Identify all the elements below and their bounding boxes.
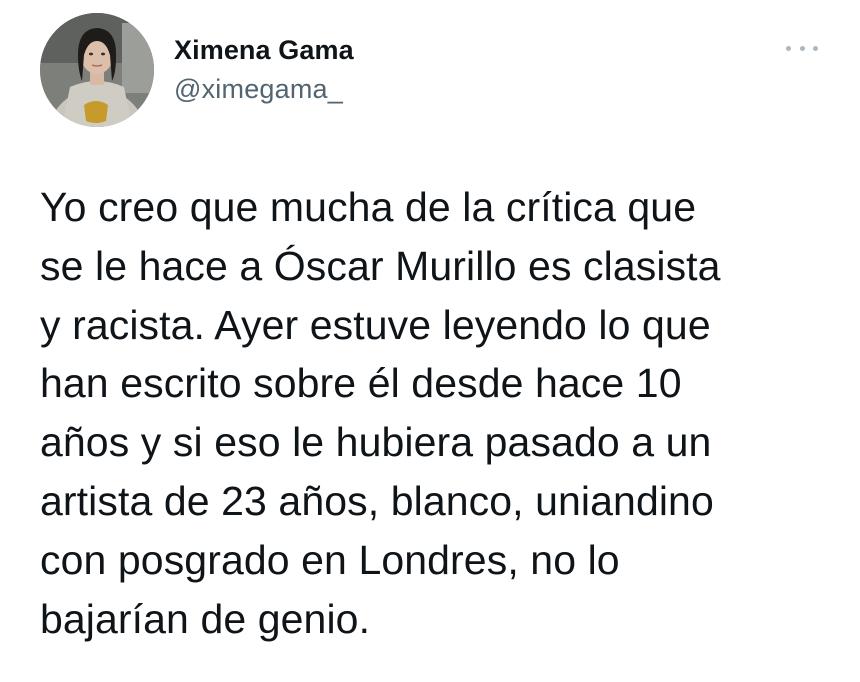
avatar[interactable]: [40, 13, 154, 127]
more-dot: [813, 45, 818, 51]
tweet-text-line: artista de 23 años, blanco, uniandino: [40, 477, 714, 524]
tweet-text-line: con posgrado en Londres, no lo: [40, 536, 620, 583]
more-dot: [799, 45, 805, 51]
tweet-text-line: bajarían de genio.: [40, 595, 371, 642]
avatar-photo: [40, 13, 154, 127]
tweet-text-line: años y si eso le hubiera pasado a un: [40, 419, 712, 466]
tweet-text-line: se le hace a Óscar Murillo es clasista: [40, 242, 721, 289]
more-dot: [786, 45, 791, 51]
tweet-text-line: Yo creo que mucha de la crítica que: [40, 184, 697, 230]
tweet-header: Ximena Gama @ximegama_: [40, 13, 830, 131]
tweet-card: Ximena Gama @ximegama_ Yo creo que mucha…: [0, 0, 860, 682]
tweet-text: Yo creo que mucha de la crítica que se l…: [40, 178, 840, 648]
tweet-text-line: y racista. Ayer estuve leyendo lo que: [40, 301, 711, 348]
more-horizontal-icon[interactable]: [786, 43, 818, 53]
user-handle[interactable]: @ximegama_: [174, 72, 354, 106]
display-name[interactable]: Ximena Gama: [174, 33, 354, 67]
tweet-text-line: han escrito sobre él desde hace 10: [40, 360, 682, 407]
author-names: Ximena Gama @ximegama_: [174, 33, 354, 106]
